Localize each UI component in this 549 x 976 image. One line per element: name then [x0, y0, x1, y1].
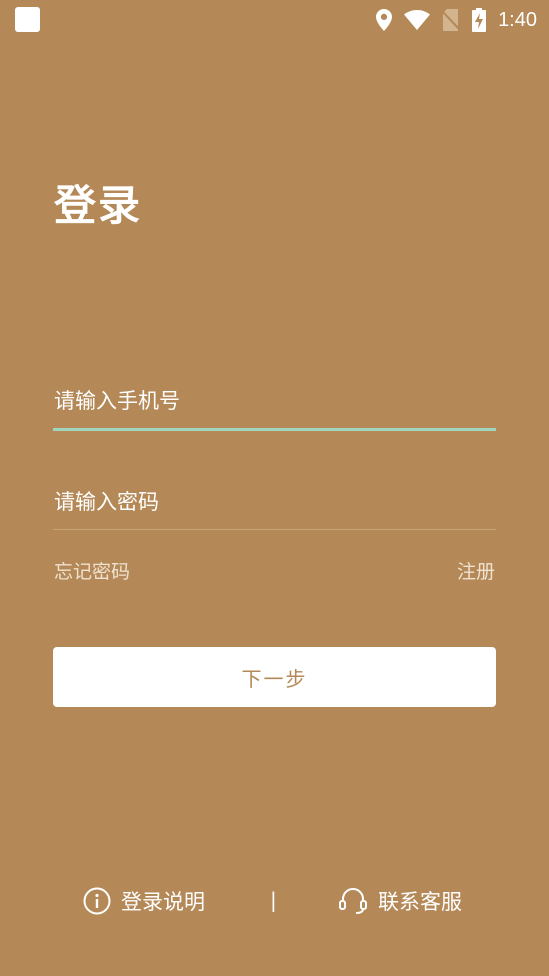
customer-service-button[interactable]: 联系客服 — [338, 886, 462, 916]
headset-icon — [338, 887, 368, 915]
phone-input-underline — [53, 428, 496, 431]
status-bar: 1:40 — [0, 0, 549, 40]
info-icon — [83, 887, 111, 915]
password-field — [53, 482, 496, 530]
login-info-label: 登录说明 — [121, 890, 205, 914]
no-sim-icon — [442, 9, 461, 31]
footer: 登录说明 | 联系客服 — [0, 880, 549, 924]
location-icon — [376, 9, 393, 31]
login-info-button[interactable]: 登录说明 — [83, 886, 205, 916]
footer-separator: | — [270, 888, 277, 912]
password-input-underline — [53, 529, 496, 530]
app-notification-icon — [15, 7, 40, 32]
page-title: 登录 — [54, 181, 143, 230]
status-time: 1:40 — [498, 9, 537, 31]
next-button[interactable]: 下一步 — [53, 647, 496, 707]
forgot-password-link[interactable]: 忘记密码 — [54, 559, 130, 585]
password-input[interactable] — [53, 482, 496, 522]
phone-input[interactable] — [53, 381, 496, 421]
battery-charging-icon — [472, 8, 487, 32]
register-link[interactable]: 注册 — [457, 559, 495, 585]
customer-service-label: 联系客服 — [378, 890, 462, 914]
phone-field — [53, 381, 496, 431]
wifi-icon — [404, 10, 431, 30]
status-icons: 1:40 — [376, 5, 537, 35]
